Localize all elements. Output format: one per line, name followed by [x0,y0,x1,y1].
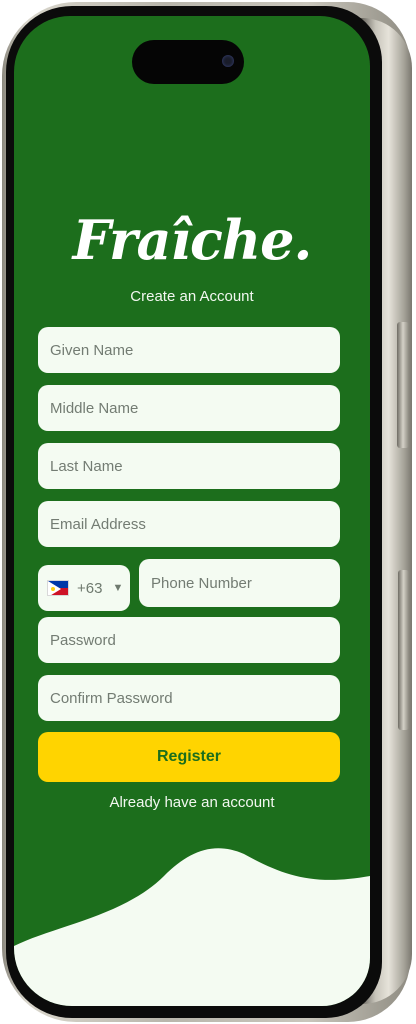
email-field[interactable] [38,501,340,547]
phone-field[interactable] [139,559,340,607]
given-name-field[interactable] [38,327,340,373]
country-code-select[interactable]: +63 ▼ [38,565,130,611]
middle-name-field[interactable] [38,385,340,431]
phone-input[interactable] [149,573,330,593]
philippines-flag-icon [47,580,69,596]
caret-down-icon: ▼ [112,582,124,594]
app-screen: Fraîche. Create an Account +63 ▼ [14,16,370,1006]
camera-icon [222,55,234,67]
register-button[interactable]: Register [38,732,340,782]
middle-name-input[interactable] [48,398,330,418]
phone-mockup: Fraîche. Create an Account +63 ▼ [0,0,416,1024]
volume-button [398,570,409,730]
page-title: Create an Account [130,288,254,305]
last-name-field[interactable] [38,443,340,489]
password-input[interactable] [48,630,330,650]
confirm-password-input[interactable] [48,688,330,708]
confirm-password-field[interactable] [38,675,340,721]
last-name-input[interactable] [48,456,330,476]
given-name-input[interactable] [48,340,330,360]
email-input[interactable] [48,514,330,534]
password-field[interactable] [38,617,340,663]
country-code: +63 [77,579,103,597]
dynamic-island [132,40,244,84]
decorative-wave [14,848,370,1006]
side-button [397,322,409,448]
app-logo: Fraîche. [72,208,313,272]
